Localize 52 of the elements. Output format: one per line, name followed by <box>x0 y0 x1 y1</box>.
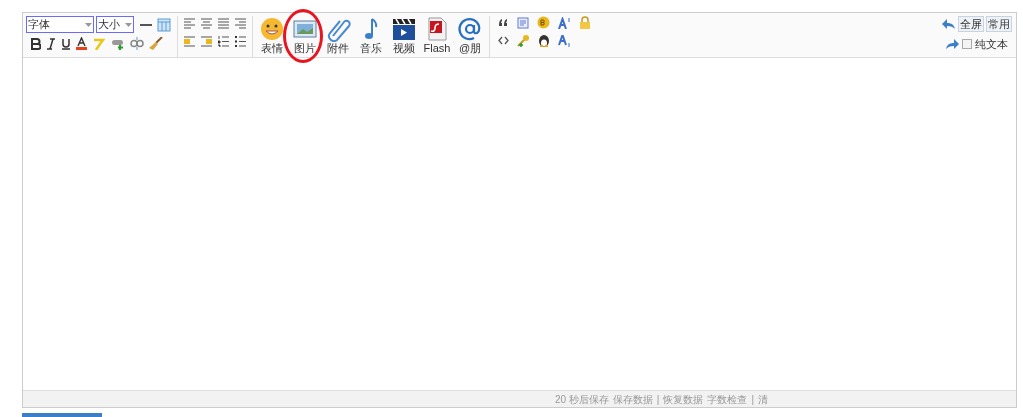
video-button[interactable]: 视频 <box>389 16 419 55</box>
float-right-icon[interactable] <box>201 36 212 47</box>
at-sign-icon <box>457 16 483 42</box>
ordered-list-icon[interactable] <box>218 36 229 47</box>
brush-icon[interactable] <box>149 37 163 50</box>
flash-button[interactable]: Flash <box>422 16 452 55</box>
underline-icon[interactable] <box>61 37 71 50</box>
emoji-button[interactable]: 表情 <box>257 16 287 55</box>
status-text: | <box>656 392 660 407</box>
status-text: 恢复数据 <box>663 392 704 407</box>
status-text: 20 秒后保存 <box>554 392 609 407</box>
font-color-icon[interactable] <box>76 37 87 50</box>
superscript-icon[interactable] <box>558 16 571 29</box>
font-label: 字体 <box>28 17 50 33</box>
align-justify-icon[interactable] <box>218 18 229 29</box>
plain-text-label: 纯文本 <box>975 37 1009 52</box>
status-text: | <box>751 392 754 407</box>
status-text: 保存数据 <box>612 392 653 407</box>
status-text: 清 <box>758 392 768 407</box>
align-center-icon[interactable] <box>201 18 212 29</box>
align-right-icon[interactable] <box>235 18 246 29</box>
subscript-icon[interactable] <box>558 34 571 47</box>
image-button[interactable]: 图片 <box>290 16 320 55</box>
link-icon[interactable] <box>111 37 125 50</box>
checkbox[interactable] <box>962 39 972 50</box>
redo-icon[interactable] <box>946 39 959 50</box>
lock-icon[interactable] <box>579 16 591 29</box>
code-block-icon[interactable] <box>517 16 529 29</box>
italic-icon[interactable] <box>46 37 56 50</box>
smiley-icon <box>259 16 285 42</box>
attach-button[interactable]: 附件 <box>323 16 353 55</box>
caret-icon <box>125 22 132 27</box>
caret-icon <box>85 22 92 27</box>
clapperboard-icon <box>391 16 417 42</box>
align-left-icon[interactable] <box>184 18 195 29</box>
font-dropdown[interactable]: 字体 <box>26 16 94 33</box>
undo-icon[interactable] <box>942 19 955 29</box>
music-button[interactable]: 音乐 <box>356 16 386 55</box>
penguin-icon[interactable] <box>538 34 550 47</box>
toolbar-button[interactable]: 常用 <box>986 16 1012 32</box>
bullet-list-icon[interactable] <box>235 36 246 47</box>
key-plus-icon[interactable] <box>517 34 530 47</box>
unlink-icon[interactable] <box>130 37 144 50</box>
at-button[interactable]: @朋 <box>455 16 485 55</box>
bold-icon[interactable] <box>31 37 41 50</box>
status-text: 字数检查 <box>707 392 748 407</box>
background-color-icon[interactable] <box>537 16 550 29</box>
quote-icon[interactable] <box>498 16 509 29</box>
size-dropdown[interactable]: 大小 <box>96 16 134 33</box>
code-icon[interactable] <box>498 35 509 46</box>
toolbar-button[interactable]: 全屏 <box>958 16 984 32</box>
float-left-icon[interactable] <box>184 36 195 47</box>
